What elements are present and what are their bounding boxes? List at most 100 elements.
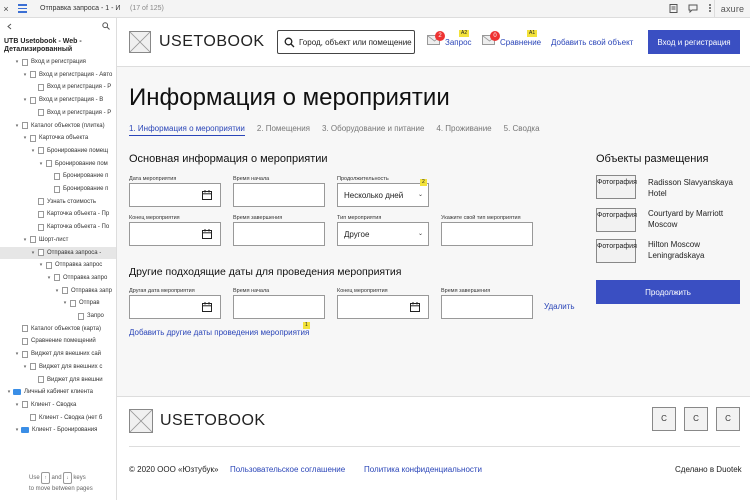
sitemap-item[interactable]: ▾ Карточка объекта (0, 132, 116, 144)
sitemap-item[interactable]: Сравнение помещений (0, 335, 116, 347)
sitemap-item[interactable]: Запро (0, 310, 116, 322)
sitemap-item[interactable]: Карточка объекта - Пр (0, 208, 116, 220)
expand-toggle-icon[interactable]: ▾ (14, 402, 20, 408)
sitemap-item[interactable]: ▾ Вход и регистрация - В (0, 94, 116, 106)
sitemap-item-label: Вход и регистрация - В (39, 97, 104, 104)
custom-type-input[interactable] (441, 222, 533, 246)
sitemap-item[interactable]: ▾ Отправка запрос (0, 259, 116, 271)
expand-toggle-icon[interactable]: ▾ (62, 300, 68, 306)
sitemap-item[interactable]: ▾ Отправка запро (0, 272, 116, 284)
expand-toggle-icon[interactable]: ▾ (46, 275, 52, 281)
sitemap-item[interactable]: ▾ Клиент - Сводка (0, 399, 116, 411)
expand-toggle-icon[interactable]: ▾ (30, 250, 36, 256)
brand-name[interactable]: USETOBOOK (159, 33, 265, 51)
step-tab-event-info[interactable]: 1. Информация о мероприятии (129, 124, 245, 136)
sitemap-search-icon[interactable] (102, 22, 110, 32)
sitemap-item[interactable]: Карточка объекта - По (0, 221, 116, 233)
sitemap-item[interactable]: ▾ Виджет для внешних сай (0, 348, 116, 360)
expand-toggle-icon[interactable]: ▾ (14, 427, 20, 433)
sitemap-item[interactable]: ▾ Вход и регистрация - Авто (0, 69, 116, 81)
login-button[interactable]: Вход и регистрация (648, 30, 740, 54)
social-link-icon[interactable]: С (684, 407, 708, 431)
alt-date-input[interactable] (129, 295, 221, 319)
page-icon (30, 363, 36, 371)
close-sidebar-icon[interactable]: × (0, 4, 12, 14)
sitemap-item[interactable]: Клиент - Сводка (нет б (0, 412, 116, 424)
sitemap-item-label: Бронирование п (63, 186, 109, 192)
end-date-input[interactable] (129, 222, 221, 246)
privacy-link[interactable]: Политика конфиденциальности (364, 465, 482, 474)
social-link-icon[interactable]: С (716, 407, 740, 431)
sitemap-item[interactable]: ▾ Бронирование пом (0, 158, 116, 170)
add-object-link[interactable]: Добавить свой объект (551, 38, 633, 47)
sitemap-item[interactable]: ▾ Виджет для внешних с (0, 361, 116, 373)
step-tab-summary[interactable]: 5. Сводка (504, 124, 540, 136)
terms-link[interactable]: Пользовательское соглашение (230, 465, 345, 474)
alt-start-time-input[interactable] (233, 295, 325, 319)
sitemap-item[interactable]: Бронирование п (0, 183, 116, 195)
sitemap-item[interactable]: Виджет для внешни (0, 374, 116, 386)
alt-start-time-label: Время начала (233, 288, 270, 294)
sitemap-item[interactable]: ▾ Отправка запр (0, 285, 116, 297)
expand-toggle-icon[interactable]: ▾ (38, 161, 44, 167)
sitemap-item[interactable]: ▾ Вход и регистрация (0, 56, 116, 68)
expand-toggle-icon[interactable]: ▾ (6, 389, 12, 395)
end-time-input[interactable] (233, 222, 325, 246)
hotel-name[interactable]: Radisson Slavyanskaya Hotel (648, 177, 740, 199)
logo-image-icon[interactable] (129, 31, 151, 53)
alt-end-date-input[interactable] (337, 295, 429, 319)
comment-icon[interactable] (688, 4, 698, 15)
expand-toggle-icon[interactable]: ▾ (22, 135, 28, 141)
duration-select[interactable]: Несколько дней ⌄ (337, 183, 429, 207)
sitemap-item[interactable]: ▾ Отправка запроса - (0, 246, 116, 259)
sitemap-item[interactable]: Узнать стоимость (0, 196, 116, 208)
sitemap-item[interactable]: ▾ Бронирование помещ (0, 145, 116, 157)
expand-toggle-icon[interactable]: ▾ (14, 123, 20, 129)
footer-brand-name[interactable]: USETOBOOK (160, 412, 266, 430)
start-time-input[interactable] (233, 183, 325, 207)
expand-toggle-icon[interactable]: ▾ (14, 59, 20, 65)
hotel-name[interactable]: Courtyard by Marriott Moscow (648, 208, 740, 230)
site-header: USETOBOOK Город, объект или помещение 2 … (117, 18, 750, 67)
footer-logo-image-icon[interactable] (129, 409, 153, 433)
compare-link[interactable]: 0 Сравнение A1 (482, 30, 541, 47)
expand-toggle-icon[interactable]: ▾ (22, 364, 28, 370)
social-link-icon[interactable]: С (652, 407, 676, 431)
sitemap-item[interactable]: ▾ Личный кабинет клиента (0, 386, 116, 398)
sitemap-item[interactable]: ▾ Отправ (0, 297, 116, 309)
expand-toggle-icon[interactable]: ▾ (30, 148, 36, 154)
expand-toggle-icon[interactable]: ▾ (38, 262, 44, 268)
search-input[interactable]: Город, объект или помещение (277, 30, 415, 54)
event-type-value: Другое (344, 229, 370, 239)
page-notes-icon[interactable] (669, 3, 678, 15)
alt-dates-title: Другие подходящие даты для проведения ме… (129, 266, 402, 278)
event-info-title: Основная информация о мероприятии (129, 153, 328, 165)
page-icon (30, 96, 36, 104)
expand-toggle-icon[interactable]: ▾ (54, 288, 60, 294)
step-tab-accommodation[interactable]: 4. Проживание (436, 124, 491, 136)
sitemap-item[interactable]: ▾ Клиент - Бронирования (0, 424, 116, 436)
expand-toggle-icon[interactable]: ▾ (14, 351, 20, 357)
alt-end-time-input[interactable] (441, 295, 533, 319)
sitemap-item[interactable]: Вход и регистрация - Р (0, 107, 116, 119)
expand-toggle-icon[interactable]: ▾ (22, 237, 28, 243)
delete-alt-date-link[interactable]: Удалить (544, 302, 575, 311)
continue-button[interactable]: Продолжить (596, 280, 740, 304)
sitemap-item[interactable]: ▾ Шорт-лист (0, 234, 116, 246)
expand-toggle-icon[interactable]: ▾ (22, 97, 28, 103)
request-link[interactable]: 2 Запрос A2 (427, 30, 472, 47)
sitemap-item[interactable]: Бронирование п (0, 170, 116, 182)
hotel-name[interactable]: Hilton Moscow Leningradskaya (648, 239, 740, 261)
sitemap-item[interactable]: ▾ Каталог объектов (плитка) (0, 120, 116, 132)
start-date-input[interactable] (129, 183, 221, 207)
sitemap-menu-icon[interactable] (12, 0, 32, 18)
sitemap-item[interactable]: Каталог объектов (карта) (0, 323, 116, 335)
add-alt-dates-link[interactable]: Добавить другие даты проведения мероприя… (129, 328, 309, 337)
more-options-icon[interactable] (708, 3, 712, 15)
event-type-select[interactable]: Другое ⌄ (337, 222, 429, 246)
step-tab-equipment[interactable]: 3. Оборудование и питание (322, 124, 424, 136)
expand-toggle-icon[interactable]: ▾ (22, 72, 28, 78)
collapse-all-icon[interactable] (6, 23, 13, 32)
sitemap-item[interactable]: Вход и регистрация - Р (0, 81, 116, 93)
step-tab-rooms[interactable]: 2. Помещения (257, 124, 310, 136)
